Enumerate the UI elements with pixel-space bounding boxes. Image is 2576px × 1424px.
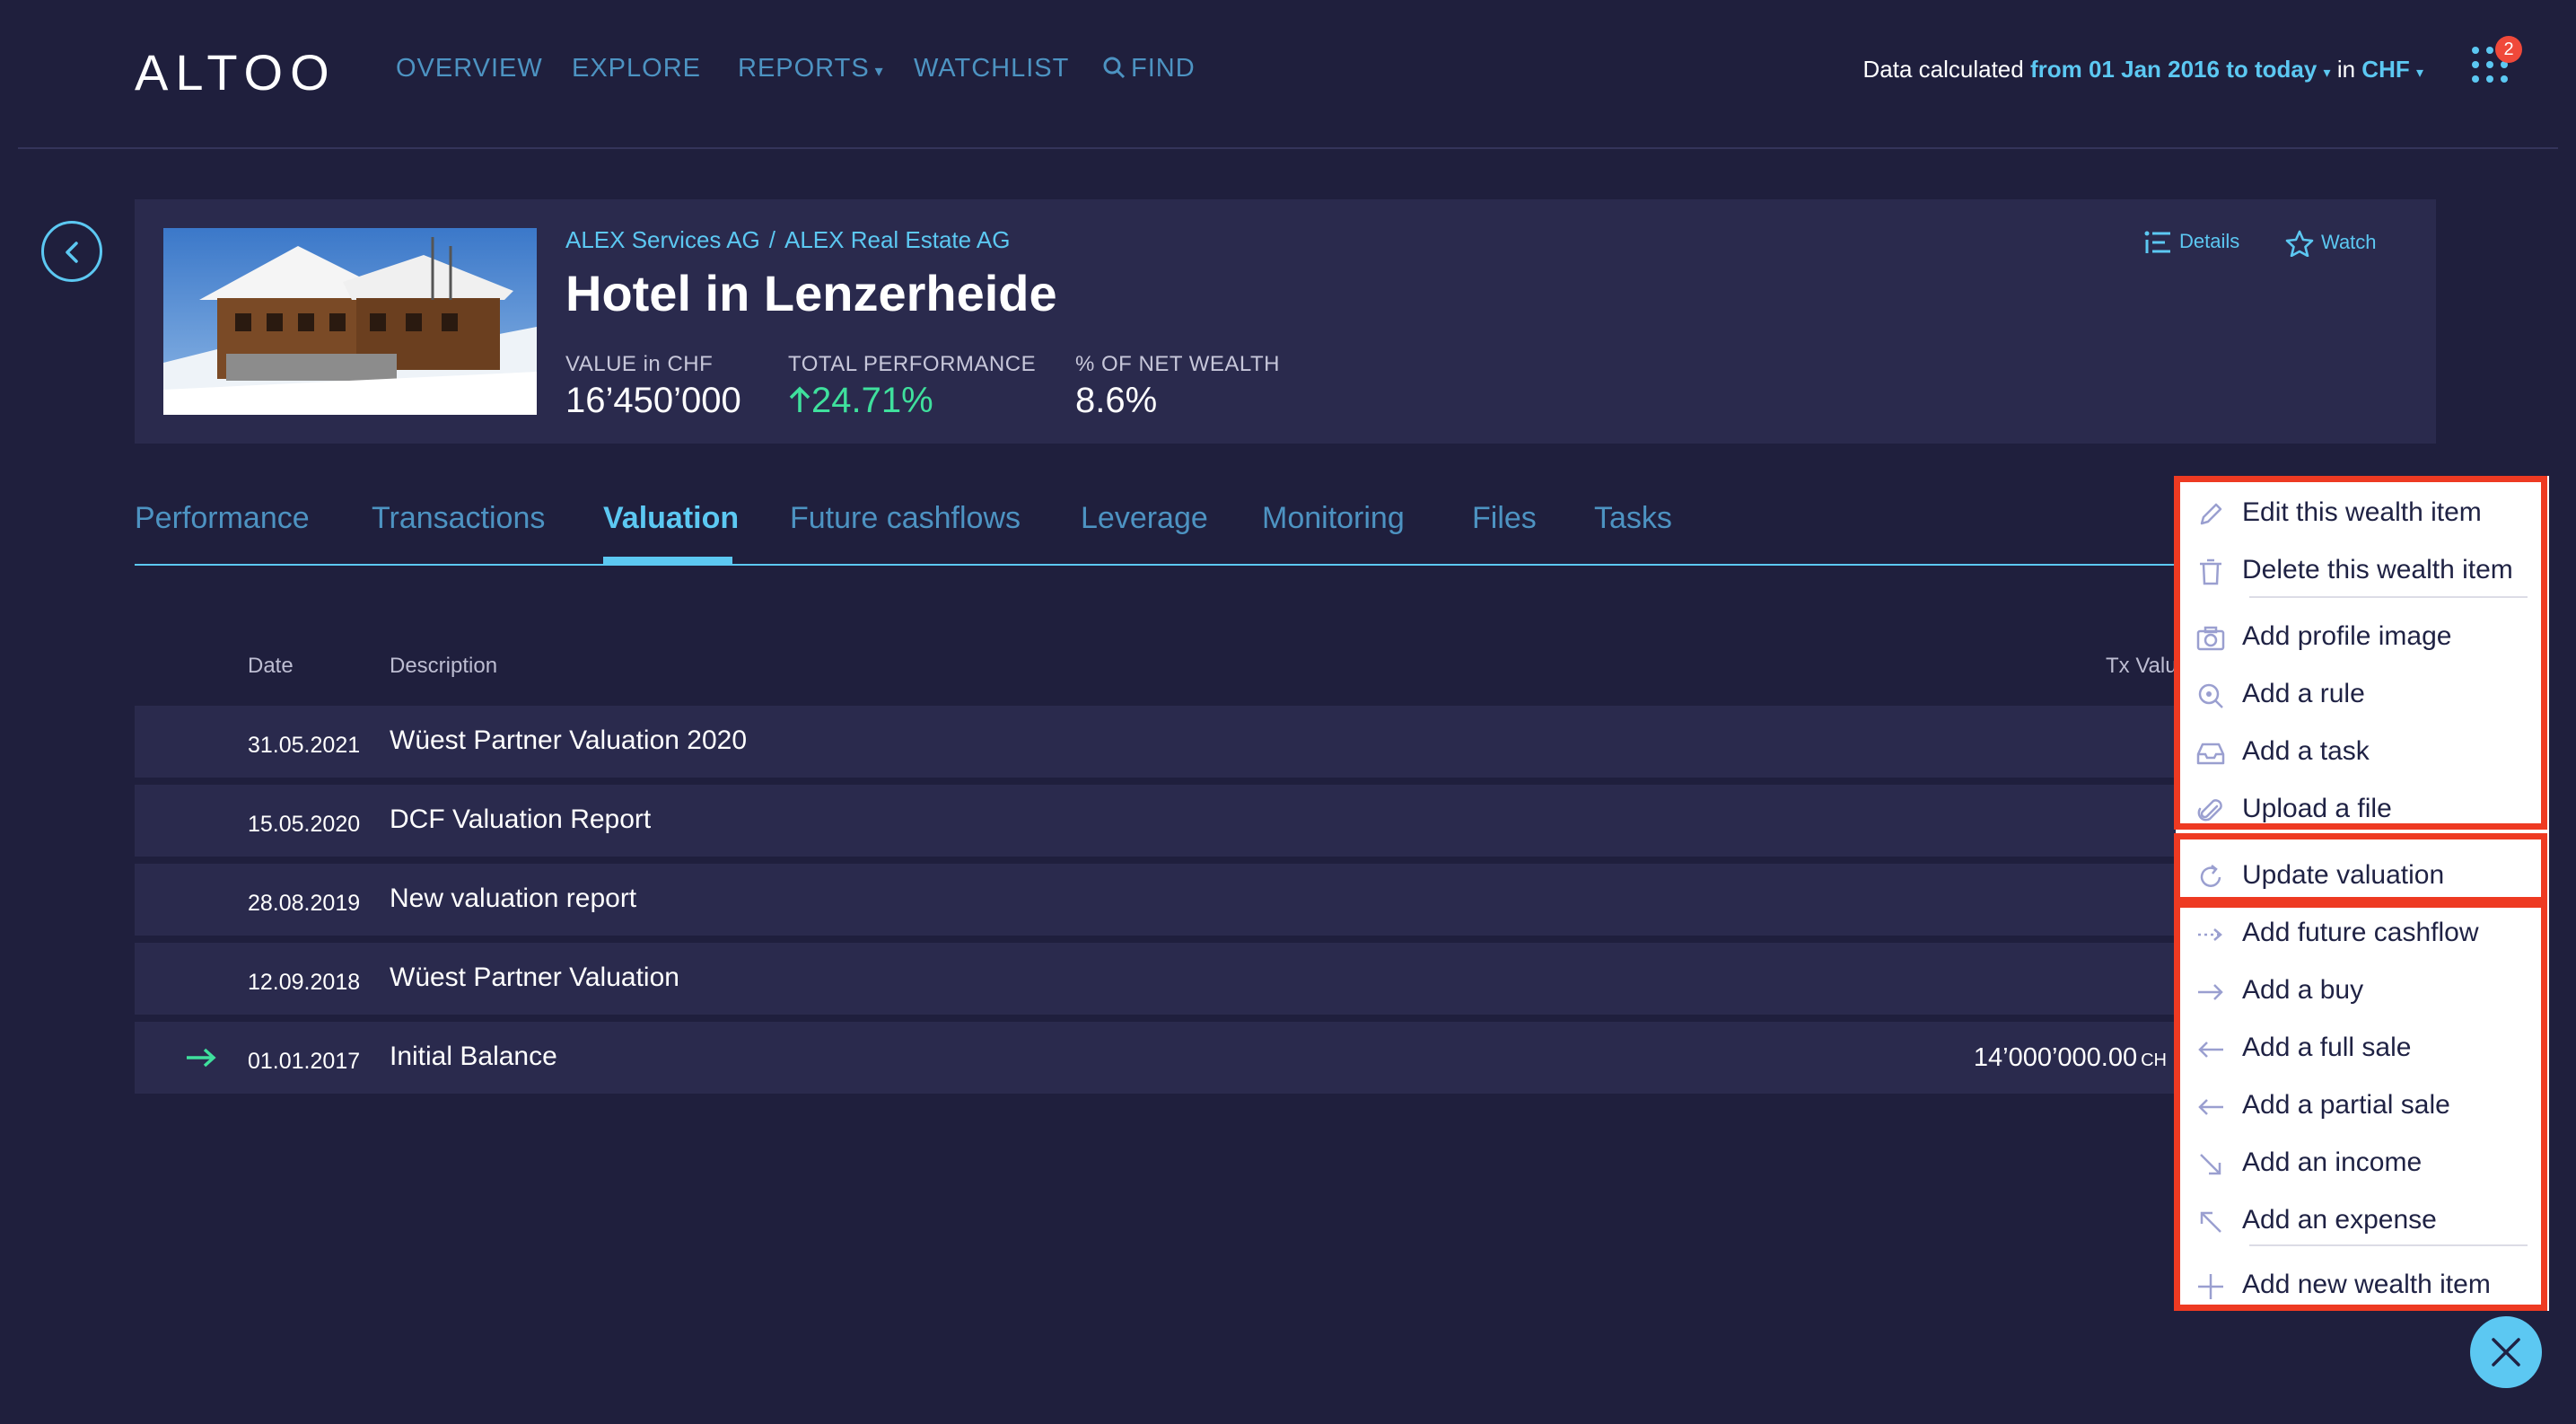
row-tx-amount: 14’000’000.00: [1973, 1043, 2138, 1072]
asset-header-card: ALEX Services AG / ALEX Real Estate AG Hot…: [135, 199, 2436, 444]
row-date: 01.01.2017: [248, 1049, 361, 1074]
calc-in: in: [2336, 56, 2356, 83]
asset-profile-image: [163, 228, 537, 415]
table-row[interactable]: 28.08.2019 New valuation report: [135, 864, 2190, 936]
arrow-right-icon: [187, 1048, 216, 1068]
nav-watchlist[interactable]: WATCHLIST: [914, 54, 1069, 84]
watch-label: Watch: [2321, 230, 2377, 253]
tab-tasks[interactable]: Tasks: [1594, 501, 1672, 536]
close-menu-button[interactable]: [2470, 1316, 2542, 1388]
highlight-box-general-actions: [2174, 476, 2547, 830]
nav-find-label: FIND: [1131, 54, 1196, 83]
column-header-tx-value[interactable]: Tx Valu: [2106, 654, 2177, 679]
column-header-description[interactable]: Description: [390, 654, 497, 679]
chevron-left-icon: [66, 242, 78, 263]
close-icon: [2492, 1338, 2520, 1367]
tab-transactions[interactable]: Transactions: [372, 501, 545, 536]
breadcrumb: ALEX Services AG / ALEX Real Estate AG: [565, 226, 1010, 254]
kpi-performance-label: TOTAL PERFORMANCE: [788, 352, 1037, 376]
header-divider: [18, 147, 2558, 149]
asset-title: Hotel in Lenzerheide: [565, 265, 1057, 321]
row-date: 28.08.2019: [248, 891, 361, 916]
row-description: Wüest Partner Valuation: [390, 963, 679, 992]
details-button[interactable]: Details: [2143, 230, 2239, 255]
row-date: 12.09.2018: [248, 970, 361, 995]
details-label: Details: [2179, 230, 2240, 252]
row-date: 15.05.2020: [248, 812, 361, 837]
tab-monitoring[interactable]: Monitoring: [1262, 501, 1405, 536]
search-icon: [1103, 57, 1126, 79]
column-header-date[interactable]: Date: [248, 654, 294, 679]
chevron-down-icon: ▾: [874, 62, 884, 80]
asset-tabs: Performance Transactions Valuation Futur…: [135, 499, 2190, 566]
table-row[interactable]: 31.05.2021 Wüest Partner Valuation 2020: [135, 706, 2190, 778]
tab-valuation[interactable]: Valuation: [603, 501, 739, 536]
tab-leverage[interactable]: Leverage: [1081, 501, 1208, 536]
highlight-box-update-valuation: [2174, 833, 2547, 903]
altoo-logo[interactable]: ALTOO: [135, 43, 337, 101]
kpi-net-wealth-label: % OF NET WEALTH: [1075, 352, 1280, 376]
breadcrumb-parent-company[interactable]: ALEX Services AG: [565, 226, 760, 253]
highlight-box-transactions: [2174, 901, 2547, 1311]
kpi-net-wealth: 8.6%: [1075, 381, 1158, 420]
nav-find[interactable]: FIND: [1102, 54, 1196, 84]
row-description: New valuation report: [390, 883, 637, 913]
nav-overview[interactable]: OVERVIEW: [396, 54, 543, 84]
date-range-selector: Data calculated from 01 Jan 2016 to toda…: [1863, 56, 2424, 84]
arrow-up-icon: [789, 386, 810, 412]
date-range-dropdown[interactable]: from 01 Jan 2016 to today ▾: [2030, 56, 2331, 83]
watch-button[interactable]: Watch: [2285, 230, 2377, 258]
row-description: Initial Balance: [390, 1042, 557, 1071]
currency-dropdown[interactable]: CHF ▾: [2361, 56, 2423, 83]
kpi-performance-value: 24.71%: [811, 381, 933, 420]
row-description: DCF Valuation Report: [390, 804, 652, 834]
tab-performance[interactable]: Performance: [135, 501, 310, 536]
row-tx-value: 14’000’000.00 CH: [1974, 1043, 2167, 1073]
table-row[interactable]: 15.05.2020 DCF Valuation Report: [135, 785, 2190, 857]
table-row[interactable]: 12.09.2018 Wüest Partner Valuation: [135, 943, 2190, 1015]
top-navigation: ALTOO OVERVIEW EXPLORE REPORTS ▾ WATCHLIS…: [0, 0, 2576, 145]
notification-badge: 2: [2495, 36, 2522, 63]
kpi-performance: 24.71%: [788, 381, 933, 421]
active-tab-indicator: [603, 557, 732, 564]
tab-future-cashflows[interactable]: Future cashflows: [790, 501, 1021, 536]
chevron-down-icon: ▾: [2323, 66, 2331, 81]
kpi-value-label: VALUE in CHF: [565, 352, 714, 376]
row-tx-currency: CH: [2141, 1050, 2167, 1070]
kpi-value: 16’450’000: [565, 381, 741, 420]
chevron-down-icon: ▾: [2415, 66, 2423, 81]
breadcrumb-separator: /: [768, 226, 775, 253]
nav-reports-label: REPORTS: [738, 54, 870, 83]
nav-reports[interactable]: REPORTS ▾: [738, 54, 884, 84]
row-description: Wüest Partner Valuation 2020: [390, 725, 748, 755]
back-button[interactable]: [41, 221, 102, 282]
currency-value: CHF: [2361, 56, 2410, 83]
star-icon: [2285, 230, 2314, 258]
table-row[interactable]: 01.01.2017 Initial Balance 14’000’000.00…: [135, 1022, 2190, 1094]
list-icon: [2144, 231, 2170, 254]
nav-explore[interactable]: EXPLORE: [572, 54, 701, 84]
calc-prefix: Data calculated: [1862, 56, 2024, 83]
row-date: 31.05.2021: [248, 733, 361, 758]
tab-files[interactable]: Files: [1472, 501, 1537, 536]
date-range-value: from 01 Jan 2016 to today: [2029, 56, 2318, 83]
breadcrumb-company[interactable]: ALEX Real Estate AG: [784, 226, 1010, 253]
